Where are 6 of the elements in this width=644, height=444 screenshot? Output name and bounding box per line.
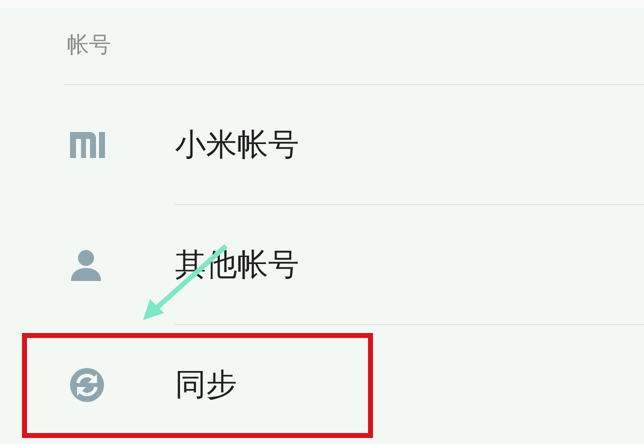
mi-logo-icon [70,132,106,158]
user-icon [70,249,102,281]
menu-item-label[interactable]: 同步 [175,362,237,408]
sync-icon [70,368,104,402]
menu-item-label[interactable]: 小米帐号 [175,122,299,168]
section-header: 帐号 [67,32,111,60]
